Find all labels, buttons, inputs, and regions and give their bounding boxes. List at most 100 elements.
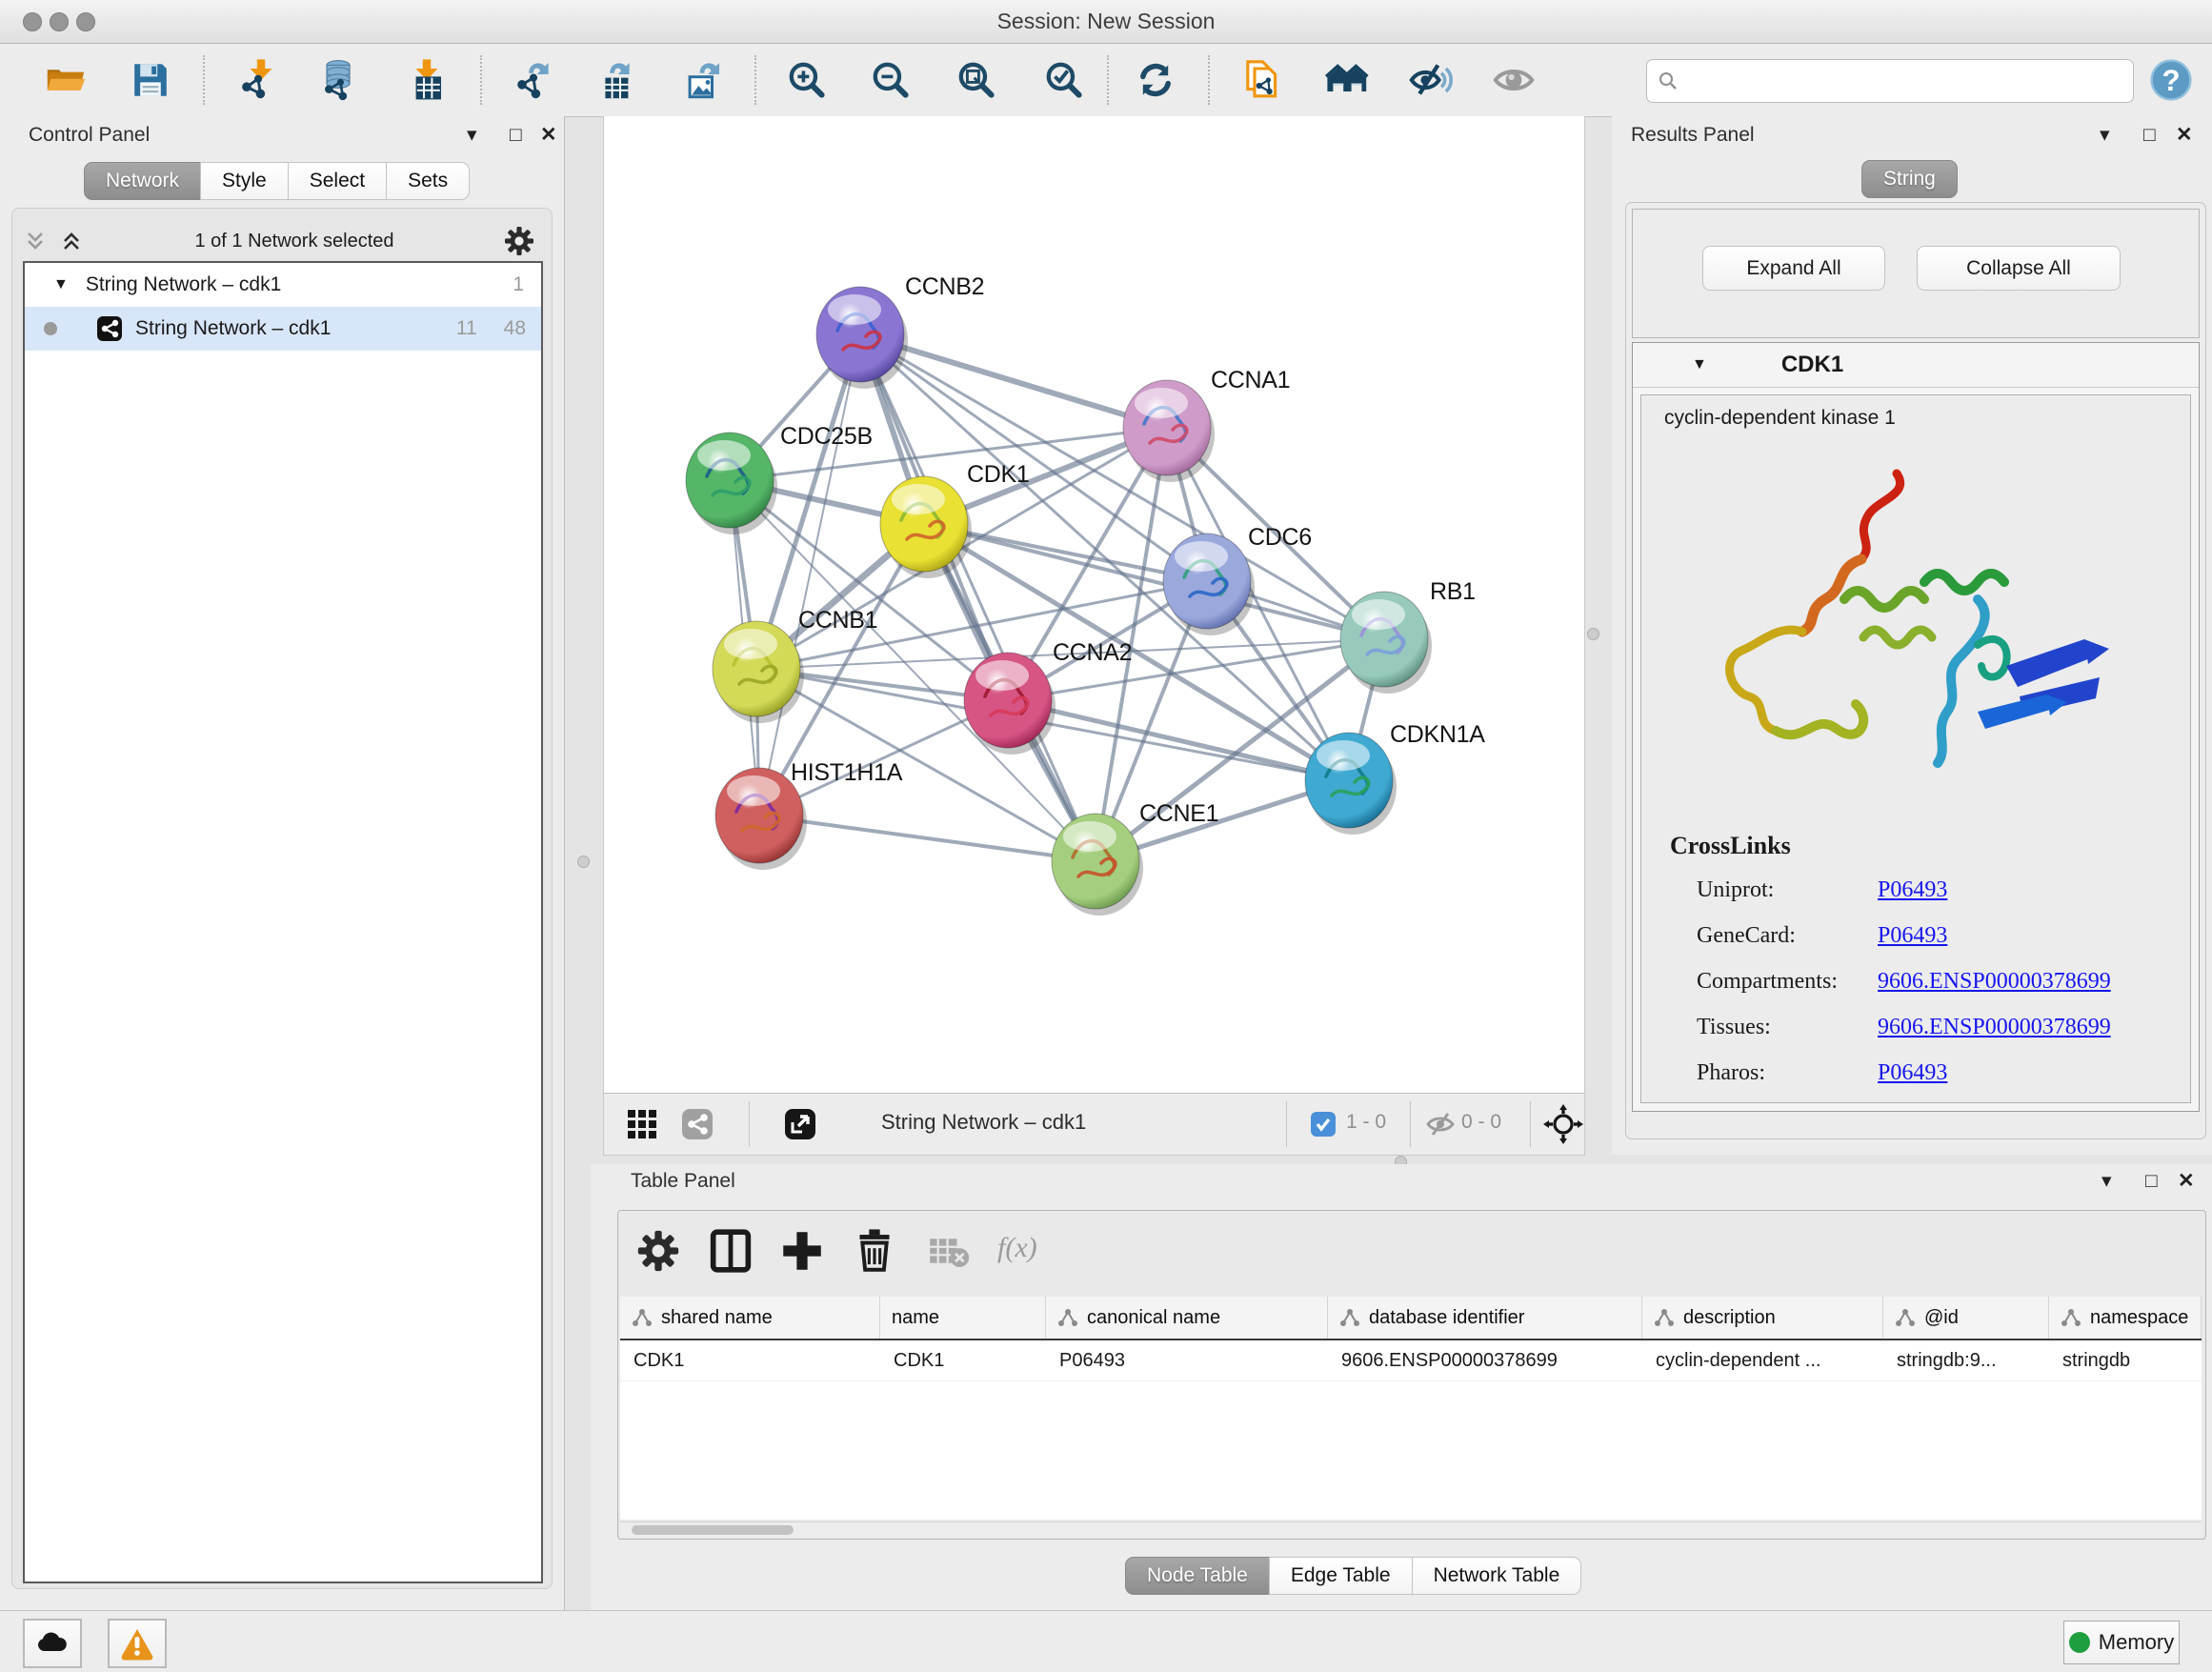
memory-button[interactable]: Memory [2063,1621,2180,1664]
column-header-canonical-name[interactable]: canonical name [1046,1297,1328,1339]
tab-node-table[interactable]: Node Table [1125,1557,1270,1595]
panel-close-button[interactable]: ✕ [2178,1167,2195,1196]
network-edge-CCNB2-HIST1H1A[interactable] [759,334,860,816]
panel-menu-button[interactable]: ▾ [467,121,477,150]
expand-all-button[interactable]: Expand All [1702,246,1885,291]
network-node-CCNE1[interactable] [1052,814,1143,916]
search-input[interactable] [1679,70,2102,93]
expand-all-icon[interactable] [57,227,86,255]
crosslink-value[interactable]: P06493 [1878,923,1947,949]
zoom-out-button[interactable] [867,56,915,104]
section-expander-icon[interactable]: ▼ [1692,356,1707,373]
export-image-button[interactable] [678,56,726,104]
network-canvas[interactable]: CCNB2CCNA1CDC25BCDK1CDC6RB1CCNB1CCNA2CDK… [603,116,1585,1094]
column-header-namespace[interactable]: namespace [2049,1297,2202,1339]
import-network-from-database-button[interactable] [314,56,362,104]
tab-sets[interactable]: Sets [386,162,470,200]
table-cell[interactable]: 9606.ENSP00000378699 [1328,1340,1642,1380]
gear-icon[interactable] [503,225,535,257]
table-horizontal-scrollbar[interactable] [620,1521,2202,1538]
table-cell[interactable]: CDK1 [620,1340,880,1380]
table-cell[interactable]: stringdb:9... [1883,1340,2049,1380]
tab-style[interactable]: Style [200,162,289,200]
zoom-in-button[interactable] [783,56,831,104]
cloud-status-button[interactable] [23,1619,82,1668]
tab-network[interactable]: Network [84,162,201,200]
warning-status-button[interactable] [108,1619,167,1668]
crosslink-value[interactable]: 9606.ENSP00000378699 [1878,969,2111,995]
function-builder-button[interactable]: f(x) [997,1232,1037,1264]
column-header--id[interactable]: @id [1883,1297,2049,1339]
create-column-button[interactable] [779,1228,825,1274]
tab-edge-table[interactable]: Edge Table [1269,1557,1413,1595]
tab-select[interactable]: Select [288,162,387,200]
panel-float-button[interactable]: □ [2145,1167,2158,1196]
tab-string[interactable]: String [1861,160,1958,198]
network-node-RB1[interactable] [1340,592,1432,694]
network-badge-button[interactable] [680,1107,714,1146]
collapse-all-button[interactable]: Collapse All [1917,246,2121,291]
crosslink-label: Tissues: [1697,1015,1878,1040]
crosslink-value[interactable]: P06493 [1878,1060,1947,1086]
column-header-name[interactable]: name [880,1297,1046,1339]
network-edge-HIST1H1A-CCNE1[interactable] [759,816,1096,861]
column-header-description[interactable]: description [1642,1297,1883,1339]
first-neighbors-button[interactable] [1324,56,1372,104]
network-node-CDKN1A[interactable] [1305,733,1397,835]
crosslink-value[interactable]: 9606.ENSP00000378699 [1878,1015,2111,1040]
save-session-button[interactable] [127,56,174,104]
network-node-CDK1[interactable] [880,476,972,578]
birdseye-view-button[interactable] [783,1107,817,1146]
table-cell[interactable]: P06493 [1046,1340,1328,1380]
search-field[interactable] [1646,59,2134,103]
delete-column-button[interactable] [852,1228,897,1274]
table-cell[interactable]: cyclin-dependent ... [1642,1340,1883,1380]
collapse-all-icon[interactable] [21,227,50,255]
column-header-database-identifier[interactable]: database identifier [1328,1297,1642,1339]
network-row[interactable]: String Network – cdk1 11 48 [25,307,541,351]
panel-menu-button[interactable]: ▾ [2101,1167,2112,1196]
vertical-splitter-handle[interactable] [577,856,590,868]
table-cell[interactable]: stringdb [2049,1340,2202,1380]
panel-float-button[interactable]: □ [2143,121,2156,150]
panel-float-button[interactable]: □ [510,121,522,150]
zoom-out-icon [868,57,914,103]
table-row[interactable]: CDK1CDK1P064939606.ENSP00000378699cyclin… [620,1340,2202,1381]
network-collection-row[interactable]: ▼ String Network – cdk1 1 [25,263,541,307]
export-table-button[interactable] [591,56,638,104]
apply-layout-button[interactable] [1132,56,1179,104]
import-table-button[interactable] [400,56,448,104]
grid-view-button[interactable] [625,1107,659,1146]
panel-menu-button[interactable]: ▾ [2100,121,2110,150]
node-section-header[interactable]: ▼ CDK1 [1633,343,2199,388]
pan-tool-button[interactable] [1543,1104,1583,1149]
table-options-button[interactable] [635,1228,681,1274]
tab-network-table[interactable]: Network Table [1412,1557,1582,1595]
panel-close-button[interactable]: ✕ [540,121,557,150]
crosshair-icon [1543,1104,1583,1144]
network-node-CCNA1[interactable] [1123,380,1215,482]
panel-close-button[interactable]: ✕ [2176,121,2193,150]
show-all-button[interactable] [1490,56,1538,104]
column-header-shared-name[interactable]: shared name [620,1297,880,1339]
network-node-CDC6[interactable] [1163,534,1255,635]
help-button[interactable]: ? [2147,56,2195,104]
network-edge-CCNA2-CDKN1A[interactable] [1008,700,1349,780]
tree-expander-icon[interactable]: ▼ [53,276,69,293]
open-session-button[interactable] [42,56,90,104]
crosslink-value[interactable]: P06493 [1878,877,1947,903]
network-node-CCNB2[interactable] [816,287,908,389]
import-network-button[interactable] [234,56,282,104]
vertical-splitter-handle[interactable] [1587,628,1599,640]
clone-network-button[interactable] [1237,56,1284,104]
delete-table-button[interactable] [926,1228,972,1274]
zoom-fit-button[interactable] [953,56,1000,104]
hide-selected-button[interactable] [1406,56,1454,104]
zoom-selected-button[interactable] [1040,56,1088,104]
table-cell[interactable]: CDK1 [880,1340,1046,1380]
export-network-button[interactable] [510,56,557,104]
network-node-CDC25B[interactable] [686,433,777,534]
selected-checkbox[interactable] [1309,1110,1337,1143]
show-columns-button[interactable] [708,1228,754,1274]
scrollbar-thumb[interactable] [632,1525,794,1535]
